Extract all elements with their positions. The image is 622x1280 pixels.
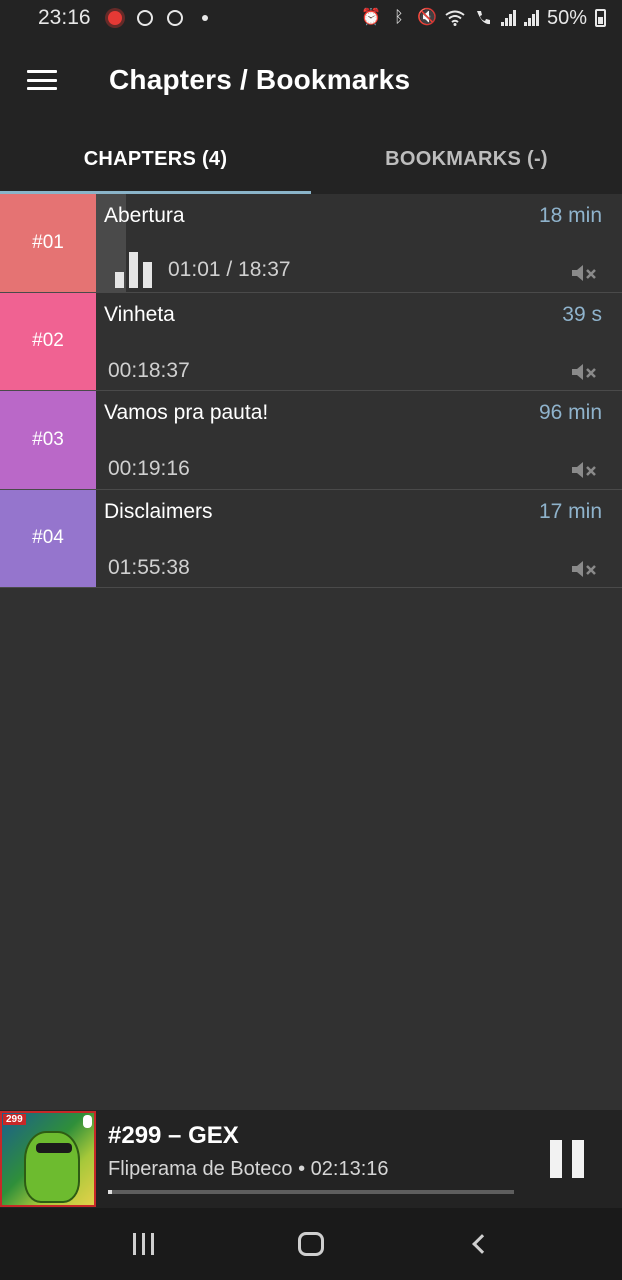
tab-chapters[interactable]: CHAPTERS (4) bbox=[0, 124, 311, 194]
gecko-illustration bbox=[24, 1131, 80, 1203]
mute-icon[interactable] bbox=[570, 459, 598, 481]
notification-icons bbox=[105, 8, 215, 28]
back-icon bbox=[472, 1234, 493, 1254]
chapter-number: #04 bbox=[0, 489, 96, 587]
tab-bookmarks[interactable]: BOOKMARKS (-) bbox=[311, 124, 622, 194]
chapter-number: #01 bbox=[0, 194, 96, 292]
playback-progress-bar[interactable] bbox=[108, 1190, 514, 1194]
mute-icon[interactable] bbox=[570, 558, 598, 580]
app-notification-icon bbox=[135, 8, 155, 28]
episode-title: #299 – GEX bbox=[108, 1122, 239, 1149]
hamburger-icon bbox=[27, 70, 57, 90]
bluetooth-icon: ᛒ bbox=[394, 9, 404, 26]
alarm-icon: ⏰ bbox=[361, 9, 381, 26]
status-time: 23:16 bbox=[38, 6, 91, 29]
chapter-title: Vinheta bbox=[104, 302, 175, 326]
whatsapp-icon bbox=[165, 8, 185, 28]
chapter-time: 01:01 / 18:37 bbox=[168, 258, 291, 281]
screen-recorder-icon bbox=[105, 8, 125, 28]
episode-subtitle: Fliperama de Boteco • 02:13:16 bbox=[108, 1158, 389, 1180]
pause-button[interactable] bbox=[550, 1140, 584, 1178]
mini-player[interactable]: 299 #299 – GEX Fliperama de Boteco • 02:… bbox=[0, 1110, 622, 1208]
system-icons: ⏰ ᛒ 🔇 50% bbox=[361, 7, 606, 30]
home-button[interactable] bbox=[281, 1214, 341, 1274]
recents-icon bbox=[133, 1233, 155, 1255]
chapter-list: #01 Abertura 18 min 01:01 / 18:37 #02 Vi… bbox=[0, 194, 622, 588]
battery-percent: 50% bbox=[546, 6, 587, 29]
chapter-row[interactable]: #02 Vinheta 39 s 00:18:37 bbox=[0, 292, 622, 391]
chapter-title: Disclaimers bbox=[104, 499, 213, 523]
battery-icon bbox=[595, 9, 606, 27]
app-bar: Chapters / Bookmarks bbox=[0, 36, 622, 124]
chapter-duration: 96 min bbox=[538, 401, 602, 424]
recent-apps-button[interactable] bbox=[114, 1214, 174, 1274]
wifi-calling-icon bbox=[473, 8, 493, 28]
chapter-row[interactable]: #03 Vamos pra pauta! 96 min 00:19:16 bbox=[0, 391, 622, 490]
chapter-time: 00:19:16 bbox=[108, 457, 190, 480]
chapter-row[interactable]: #01 Abertura 18 min 01:01 / 18:37 bbox=[0, 194, 622, 293]
signal-icon-1 bbox=[500, 10, 516, 26]
chapter-title: Abertura bbox=[104, 204, 185, 227]
now-playing-icon bbox=[115, 250, 153, 288]
tab-bar: CHAPTERS (4) BOOKMARKS (-) bbox=[0, 124, 622, 194]
more-notifications-icon bbox=[195, 8, 215, 28]
menu-button[interactable] bbox=[0, 36, 84, 124]
chapter-duration: 39 s bbox=[562, 302, 602, 326]
microphone-icon bbox=[83, 1115, 92, 1128]
signal-icon-2 bbox=[523, 10, 539, 26]
chapter-row[interactable]: #04 Disclaimers 17 min 01:55:38 bbox=[0, 489, 622, 588]
mute-icon[interactable] bbox=[570, 262, 598, 284]
chapter-time: 01:55:38 bbox=[108, 555, 190, 579]
back-button[interactable] bbox=[448, 1214, 508, 1274]
sunglasses-illustration bbox=[36, 1143, 72, 1153]
system-nav-bar bbox=[0, 1208, 622, 1280]
mute-icon[interactable] bbox=[570, 361, 598, 383]
cover-episode-badge: 299 bbox=[3, 1114, 26, 1125]
page-title: Chapters / Bookmarks bbox=[109, 64, 411, 95]
chapter-duration: 17 min bbox=[538, 499, 602, 523]
mute-status-icon: 🔇 bbox=[417, 9, 437, 26]
chapter-time: 00:18:37 bbox=[108, 358, 190, 382]
status-bar: 23:16 ⏰ ᛒ 🔇 50% bbox=[0, 0, 622, 36]
chapter-number: #02 bbox=[0, 292, 96, 390]
chapter-duration: 18 min bbox=[538, 204, 602, 227]
home-icon bbox=[297, 1232, 324, 1256]
episode-cover-art[interactable]: 299 bbox=[0, 1111, 96, 1207]
wifi-icon bbox=[445, 8, 465, 28]
chapter-title: Vamos pra pauta! bbox=[104, 401, 269, 424]
playback-progress-fill bbox=[108, 1190, 113, 1194]
chapter-number: #03 bbox=[0, 391, 96, 489]
